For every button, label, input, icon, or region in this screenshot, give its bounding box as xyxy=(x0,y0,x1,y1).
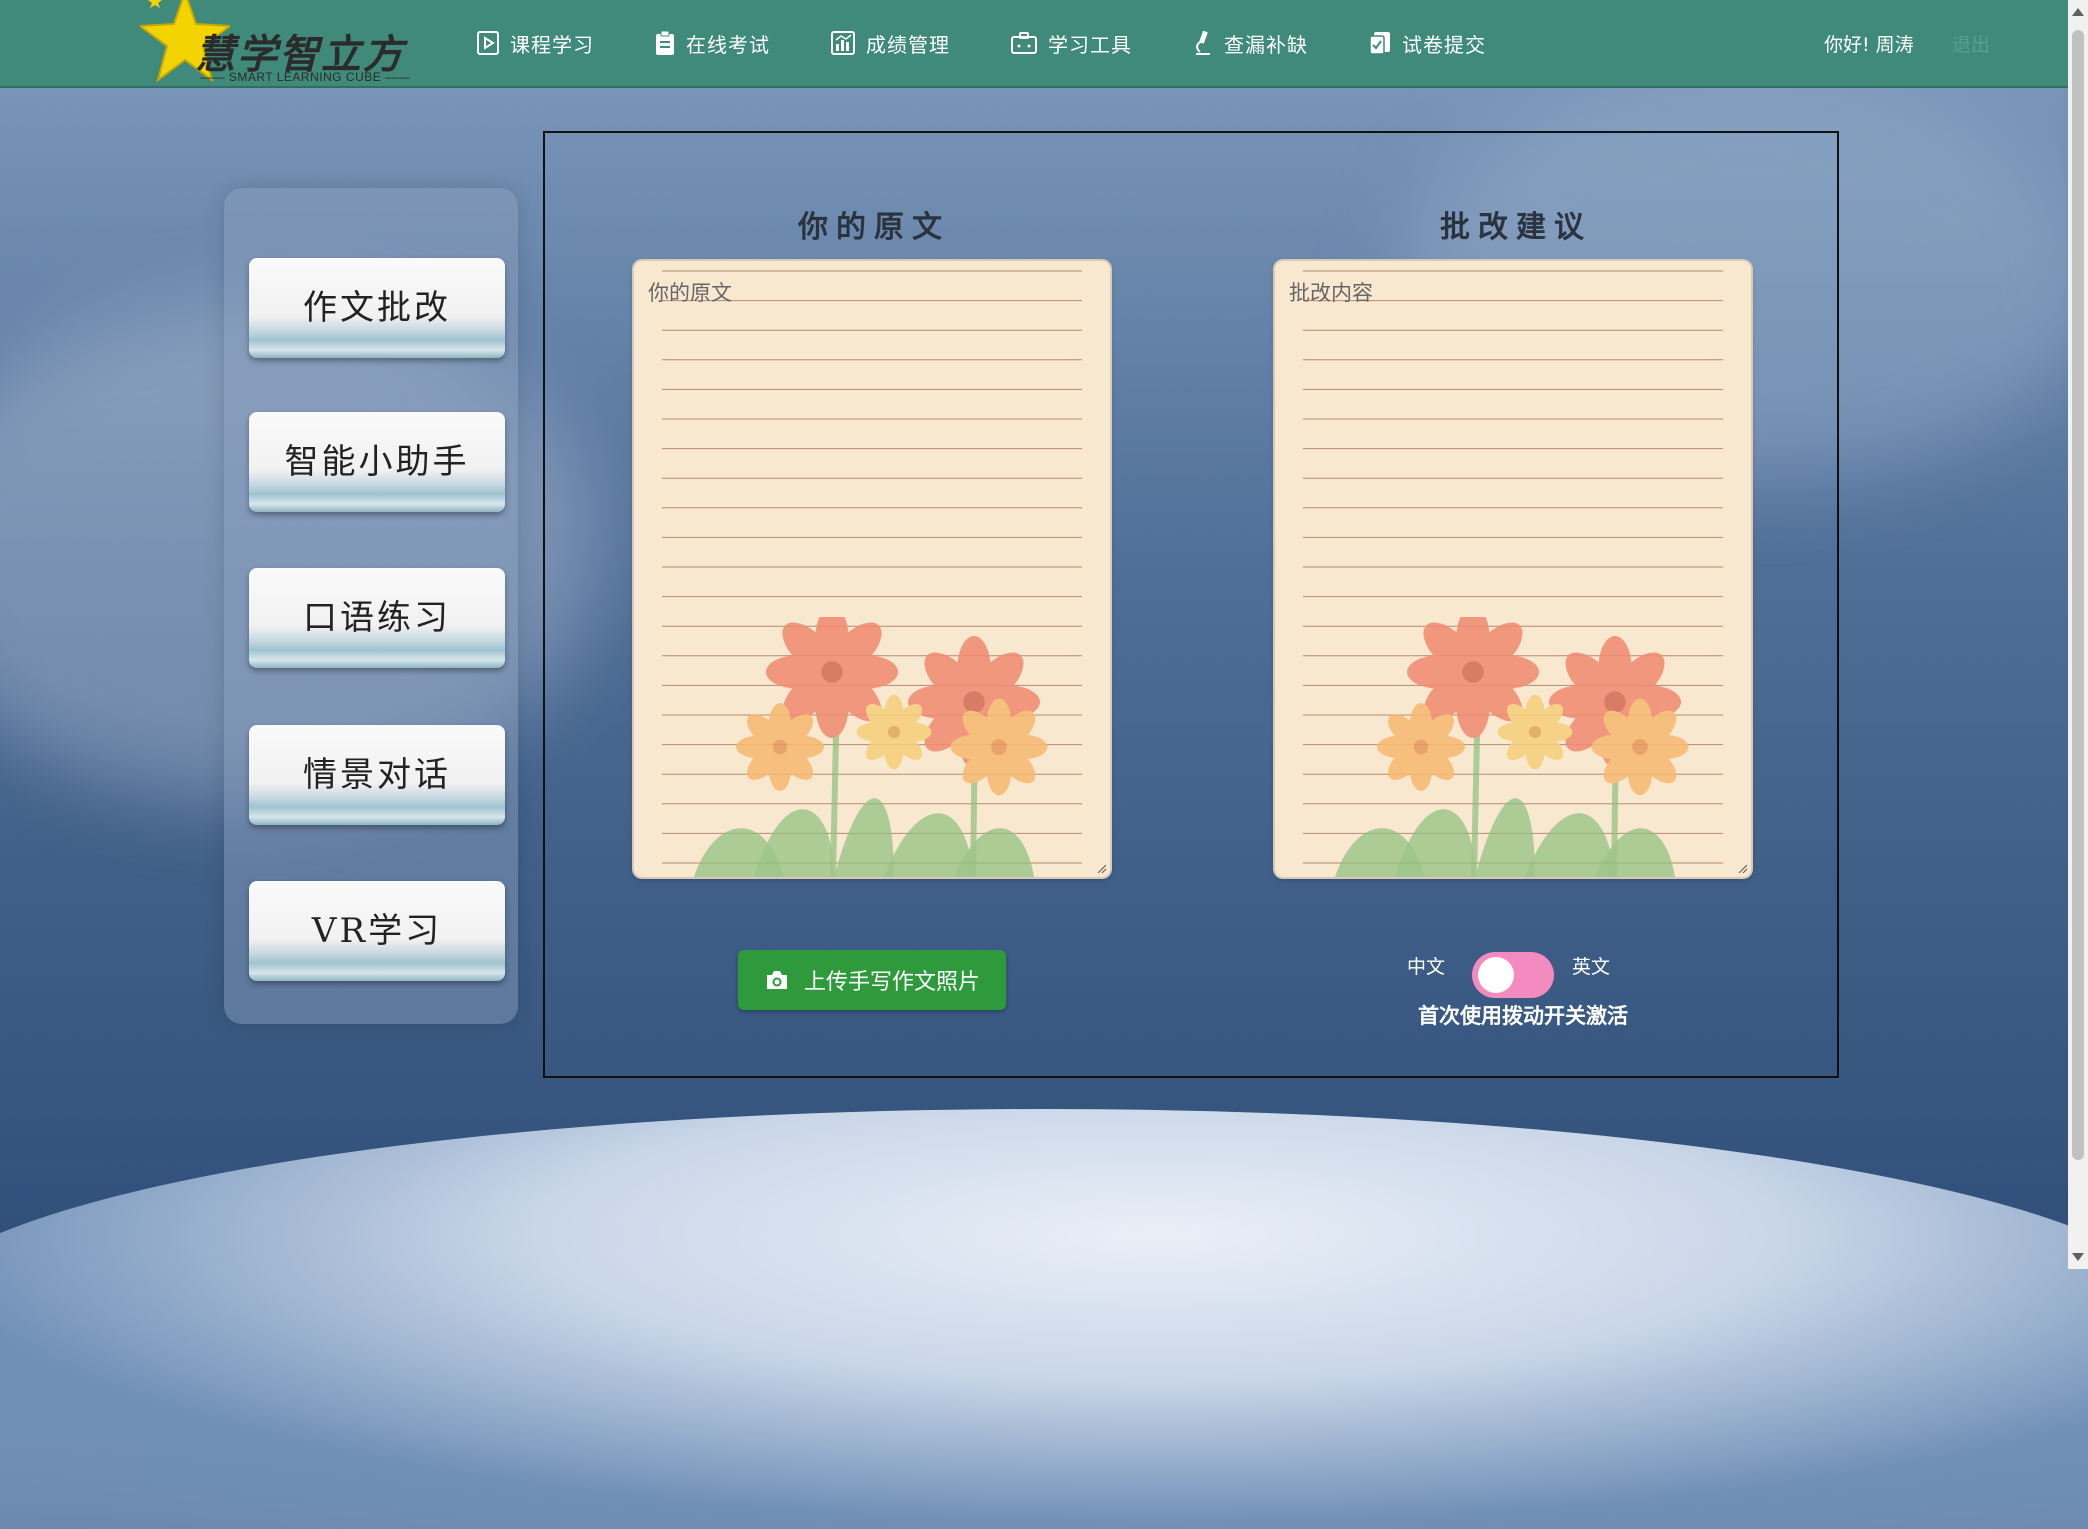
lang-chinese-label: 中文 xyxy=(1407,956,1446,978)
app-logo[interactable]: 慧学智立方 —— SMART LEARNING CUBE —— xyxy=(140,0,420,86)
flower xyxy=(736,703,824,791)
flower xyxy=(1497,694,1573,770)
submit-doc-icon xyxy=(1369,32,1390,55)
nav-item-find-gaps[interactable]: 查漏补缺 xyxy=(1192,29,1308,58)
nav-label: 在线考试 xyxy=(686,32,770,57)
clipboard-icon xyxy=(656,30,674,55)
original-text-placeholder: 你的原文 xyxy=(648,281,732,305)
logo-subtitle: —— SMART LEARNING CUBE —— xyxy=(200,70,411,84)
main-nav: 课程学习 在线考试 成绩管理 学习工具 查漏补缺 试卷提交 xyxy=(476,0,1546,86)
nav-item-online-exam[interactable]: 在线考试 xyxy=(654,29,770,58)
correction-suggestion-area[interactable]: 批改内容 xyxy=(1275,261,1751,877)
sidebar-item-label: VR学习 xyxy=(311,910,443,951)
toggle-activation-hint: 首次使用拨动开关激活 xyxy=(1418,1004,1628,1028)
sidebar-item-smart-assistant[interactable]: 智能小助手 xyxy=(249,412,505,512)
leaf xyxy=(1475,798,1535,877)
flower-decoration xyxy=(1335,617,1689,877)
sidebar-item-scenario-dialogue[interactable]: 情景对话 xyxy=(249,725,505,825)
scroll-up-arrow-icon[interactable] xyxy=(2072,8,2084,16)
toolbox-icon xyxy=(1011,32,1037,54)
user-greeting: 你好! 周涛 xyxy=(1824,34,1914,56)
nav-label: 成绩管理 xyxy=(866,32,950,57)
page-scrollbar[interactable] xyxy=(2068,0,2088,1269)
sidebar-item-label: 智能小助手 xyxy=(284,441,470,482)
sidebar-item-label: 作文批改 xyxy=(303,287,451,328)
nav-item-grade-management[interactable]: 成绩管理 xyxy=(830,29,950,58)
sidebar: 作文批改 智能小助手 口语练习 情景对话 VR学习 xyxy=(224,188,518,1024)
logout-link[interactable]: 退出 xyxy=(1952,30,1990,57)
flower xyxy=(856,694,932,770)
flower xyxy=(950,698,1048,796)
nav-label: 课程学习 xyxy=(510,32,594,57)
sidebar-item-label: 情景对话 xyxy=(303,754,451,795)
language-toggle-switch[interactable] xyxy=(1472,952,1554,998)
nav-label: 查漏补缺 xyxy=(1224,32,1308,57)
sidebar-item-essay-correction[interactable]: 作文批改 xyxy=(249,258,505,358)
flower xyxy=(1591,698,1689,796)
original-text-area[interactable]: 你的原文 xyxy=(634,261,1110,877)
lang-english-label: 英文 xyxy=(1572,956,1611,978)
scroll-thumb[interactable] xyxy=(2072,30,2084,1160)
scroll-down-arrow-icon[interactable] xyxy=(2072,1253,2084,1261)
resize-handle-icon[interactable] xyxy=(1737,863,1747,873)
leaf xyxy=(834,798,894,877)
background-snow-hill xyxy=(0,1109,2088,1529)
microscope-icon xyxy=(1196,30,1210,55)
nav-item-study-tools[interactable]: 学习工具 xyxy=(1010,29,1132,58)
nav-item-course-study[interactable]: 课程学习 xyxy=(476,29,594,58)
flower-decoration xyxy=(694,617,1048,877)
suggestion-title: 批改建议 xyxy=(1440,210,1592,245)
camera-icon xyxy=(766,971,787,989)
chart-icon xyxy=(831,31,855,55)
original-text-title: 你的原文 xyxy=(798,210,950,245)
top-navigation-bar: 慧学智立方 —— SMART LEARNING CUBE —— 课程学习 在线考… xyxy=(0,0,2068,88)
resize-handle-icon[interactable] xyxy=(1096,863,1106,873)
nav-item-paper-submit[interactable]: 试卷提交 xyxy=(1368,29,1486,58)
suggestion-placeholder: 批改内容 xyxy=(1289,281,1373,305)
flower xyxy=(1377,703,1465,791)
nav-label: 学习工具 xyxy=(1048,32,1132,57)
sidebar-item-speaking-practice[interactable]: 口语练习 xyxy=(249,568,505,668)
nav-label: 试卷提交 xyxy=(1402,32,1486,57)
upload-handwritten-essay-button[interactable]: 上传手写作文照片 xyxy=(738,950,1006,1010)
upload-button-label: 上传手写作文照片 xyxy=(803,970,980,995)
sidebar-item-label: 口语练习 xyxy=(303,597,451,638)
sidebar-item-vr-learning[interactable]: VR学习 xyxy=(249,881,505,981)
toggle-knob xyxy=(1478,957,1514,993)
play-doc-icon xyxy=(477,31,499,55)
